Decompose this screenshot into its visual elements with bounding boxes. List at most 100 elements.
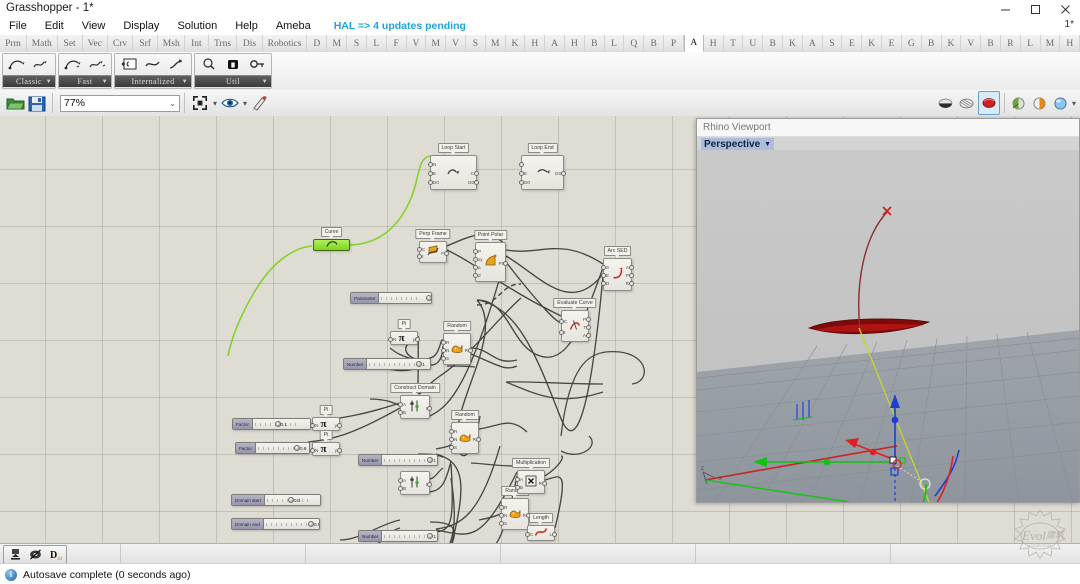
tab-v-18[interactable]: V <box>446 35 466 52</box>
input-port-pi_1-0[interactable]: N <box>393 337 396 342</box>
preview-wireframe-icon[interactable] <box>957 92 977 114</box>
tab-m-17[interactable]: M <box>426 35 447 52</box>
open-folder-icon[interactable] <box>4 92 26 114</box>
chevron-down-icon[interactable]: ▼ <box>764 141 771 148</box>
input-port-arc_sed-2[interactable]: D <box>606 281 609 286</box>
tab-dis-9[interactable]: Dis <box>237 35 263 52</box>
input-port-random_2-0[interactable]: R <box>454 429 457 434</box>
tab-m-12[interactable]: M <box>327 35 348 52</box>
tab-h-49[interactable]: H <box>1060 35 1080 52</box>
slider-track-factor_1[interactable]: 0.1 <box>253 419 310 429</box>
input-port-arc_sed-0[interactable]: S <box>606 265 609 270</box>
tab-crv-4[interactable]: Crv <box>108 35 134 52</box>
chevron-down-icon[interactable]: ▼ <box>46 79 52 85</box>
node-body-random_1[interactable]: RNSR <box>441 333 473 365</box>
input-pin-random_3-1[interactable] <box>499 512 504 518</box>
slider-number_1[interactable]: Number 1 <box>343 358 431 370</box>
output-pin-random_2-0[interactable] <box>476 436 481 442</box>
output-pin-arc_sed-0[interactable] <box>629 264 634 270</box>
slider-domain_end[interactable]: Domain end 0.8 <box>231 518 320 530</box>
node-body-loop_start[interactable]: N E D0 C D0 <box>428 155 479 190</box>
tab-v-44[interactable]: V <box>961 35 982 52</box>
output-pin-loop_end-1[interactable] <box>561 171 566 176</box>
chevron-down-icon[interactable]: ⌄ <box>169 99 176 108</box>
ribbon-group-label-util[interactable]: Util ▼ <box>195 75 271 87</box>
tab-f-15[interactable]: F <box>387 35 407 52</box>
input-pin-random_2-1[interactable] <box>449 436 454 442</box>
tab-e-38[interactable]: E <box>842 35 863 52</box>
input-port-eval_curve-0[interactable]: C <box>564 319 567 324</box>
node-body-pi_3[interactable]: πNy <box>310 442 342 456</box>
slider-track-factor_2[interactable]: 0.8 <box>256 443 309 453</box>
tab-a-23[interactable]: A <box>545 35 566 52</box>
input-port-multiplication-0[interactable]: A <box>520 477 523 482</box>
input-port-loop_start-2[interactable]: D0 <box>433 180 439 185</box>
tab-l-26[interactable]: L <box>605 35 625 52</box>
curve-icon[interactable] <box>6 55 28 74</box>
input-pin-construct_domain_2-1[interactable] <box>398 485 403 491</box>
input-port-random_1-1[interactable]: N <box>446 348 449 353</box>
ribbon-group-label-fast[interactable]: Fast ▼ <box>59 75 111 87</box>
input-pin-random_3-2[interactable] <box>499 520 504 526</box>
node-body-construct_domain_2[interactable]: ABI <box>398 471 432 495</box>
tab-s-19[interactable]: S <box>466 35 486 52</box>
tab-a-36[interactable]: A <box>803 35 823 52</box>
tab-b-25[interactable]: B <box>585 35 605 52</box>
node-body-eval_curve[interactable]: CtPTA <box>559 310 591 342</box>
menu-view[interactable]: View <box>73 18 115 35</box>
slider-knob-parameter[interactable] <box>426 295 431 301</box>
input-pin-point_polar-1[interactable] <box>473 256 478 262</box>
ribbon-group-label-internalized[interactable]: Internalized ▼ <box>115 75 191 87</box>
zoom-icon[interactable] <box>198 55 220 74</box>
tab-l-14[interactable]: L <box>367 35 387 52</box>
input-port-random_3-0[interactable]: R <box>504 505 507 510</box>
input-port-eval_curve-1[interactable]: t <box>564 330 565 335</box>
output-pin-length-0[interactable] <box>552 531 557 537</box>
input-pin-construct_domain_1-1[interactable] <box>398 409 403 415</box>
output-pin-loop_start-1[interactable] <box>474 171 479 176</box>
tab-b-34[interactable]: B <box>763 35 784 52</box>
zoom-level-input[interactable]: 77% ⌄ <box>60 94 180 112</box>
input-port-perp_frame-0[interactable]: C <box>422 247 425 252</box>
tab-m-20[interactable]: M <box>486 35 506 52</box>
input-port-construct_domain_1-1[interactable]: B <box>403 410 406 415</box>
input-port-construct_domain_2-1[interactable]: B <box>403 486 406 491</box>
preview-shaded-icon[interactable] <box>936 92 956 114</box>
input-pin-random_1-1[interactable] <box>441 347 446 353</box>
input-port-random_3-1[interactable]: N <box>504 513 507 518</box>
input-port-point_polar-0[interactable]: P <box>478 249 481 254</box>
input-port-random_2-1[interactable]: N <box>454 437 457 442</box>
node-body-pi_1[interactable]: πNy <box>388 331 420 345</box>
render-dropdown-arrow[interactable]: ▾ <box>1072 99 1076 108</box>
blue-sphere-icon[interactable] <box>1051 92 1071 114</box>
tab-b-45[interactable]: B <box>981 35 1001 52</box>
profiler-icon[interactable] <box>6 547 24 562</box>
input-pin-random_3-0[interactable] <box>499 504 504 510</box>
output-pin-pi_2-0[interactable] <box>337 422 342 428</box>
tab-q-27[interactable]: Q <box>624 35 645 52</box>
chevron-down-icon[interactable]: ▼ <box>102 79 108 85</box>
tab-r-46[interactable]: R <box>1001 35 1021 52</box>
slider-factor_2[interactable]: Factor 0.8 <box>235 442 310 454</box>
tab-math-1[interactable]: Math <box>27 35 58 52</box>
input-pin-pi_1-0[interactable] <box>388 336 393 342</box>
slider-track-number_2[interactable]: 1 <box>382 455 437 465</box>
input-port-loop_start-0[interactable]: N <box>433 162 436 167</box>
input-pin-construct_domain_1-0[interactable] <box>398 401 403 407</box>
input-pin-eval_curve-1[interactable] <box>559 329 564 335</box>
input-port-point_polar-3[interactable]: d <box>478 273 481 278</box>
slider-track-number_1[interactable]: 1 <box>367 359 430 369</box>
orange-sphere-icon[interactable] <box>1030 92 1050 114</box>
menu-ameba[interactable]: Ameba <box>267 18 320 35</box>
tab-b-42[interactable]: B <box>922 35 942 52</box>
input-pin-loop_end-0[interactable] <box>519 162 524 168</box>
output-pin-point_polar-0[interactable] <box>503 260 508 266</box>
hal-update-status[interactable]: HAL => 4 updates pending <box>320 18 475 35</box>
input-pin-loop_end-1[interactable] <box>519 171 524 176</box>
output-pin-pi_3-0[interactable] <box>337 447 342 453</box>
eye-icon[interactable] <box>219 92 241 114</box>
tab-k-21[interactable]: K <box>506 35 526 52</box>
internalize-icon[interactable] <box>118 55 140 74</box>
close-button[interactable] <box>1050 0 1080 18</box>
output-pin-construct_domain_2-0[interactable] <box>427 481 432 487</box>
